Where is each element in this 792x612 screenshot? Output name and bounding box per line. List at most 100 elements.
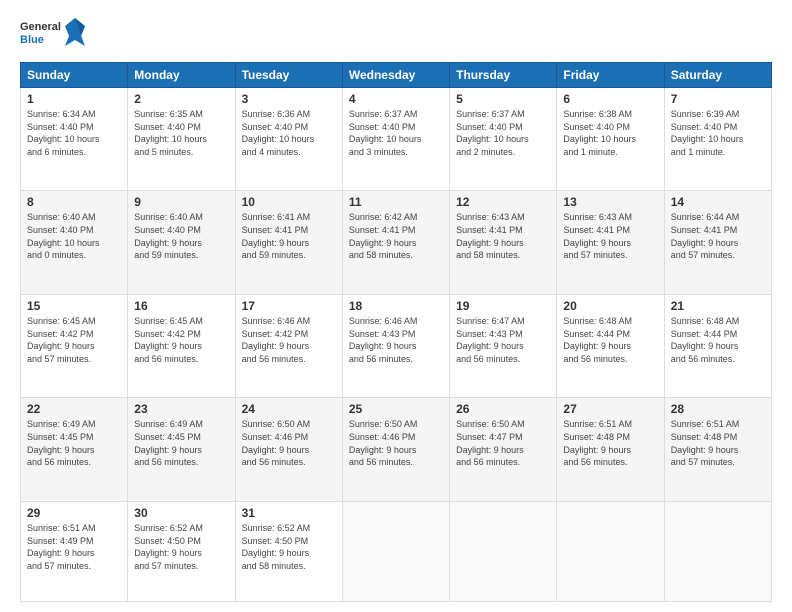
day-info: Sunrise: 6:50 AM Sunset: 4:47 PM Dayligh… bbox=[456, 418, 550, 468]
calendar-cell: 19Sunrise: 6:47 AM Sunset: 4:43 PM Dayli… bbox=[450, 294, 557, 397]
calendar-cell bbox=[664, 501, 771, 601]
column-header-wednesday: Wednesday bbox=[342, 63, 449, 88]
day-number: 30 bbox=[134, 506, 228, 520]
day-number: 11 bbox=[349, 195, 443, 209]
day-info: Sunrise: 6:35 AM Sunset: 4:40 PM Dayligh… bbox=[134, 108, 228, 158]
day-number: 13 bbox=[563, 195, 657, 209]
day-number: 10 bbox=[242, 195, 336, 209]
day-number: 5 bbox=[456, 92, 550, 106]
calendar-week-row: 8 Sunrise: 6:40 AM Sunset: 4:40 PM Daylig… bbox=[21, 191, 772, 294]
calendar-cell: 14 Sunrise: 6:44 AM Sunset: 4:41 PM Dayli… bbox=[664, 191, 771, 294]
day-info: Sunrise: 6:45 AM Sunset: 4:42 PM Dayligh… bbox=[27, 315, 121, 365]
calendar-cell: 29Sunrise: 6:51 AM Sunset: 4:49 PM Dayli… bbox=[21, 501, 128, 601]
calendar-cell: 3 Sunrise: 6:36 AM Sunset: 4:40 PM Daylig… bbox=[235, 88, 342, 191]
calendar-cell: 16 Sunrise: 6:45 AM Sunset: 4:42 PM Dayli… bbox=[128, 294, 235, 397]
calendar-cell: 2 Sunrise: 6:35 AM Sunset: 4:40 PM Daylig… bbox=[128, 88, 235, 191]
day-info: Sunrise: 6:38 AM Sunset: 4:40 PM Dayligh… bbox=[563, 108, 657, 158]
day-number: 4 bbox=[349, 92, 443, 106]
day-info: Sunrise: 6:40 AM Sunset: 4:40 PM Dayligh… bbox=[134, 211, 228, 261]
calendar-cell: 11Sunrise: 6:42 AM Sunset: 4:41 PM Dayli… bbox=[342, 191, 449, 294]
calendar-cell: 22 Sunrise: 6:49 AM Sunset: 4:45 PM Dayli… bbox=[21, 398, 128, 501]
day-info: Sunrise: 6:50 AM Sunset: 4:46 PM Dayligh… bbox=[349, 418, 443, 468]
calendar-cell: 7Sunrise: 6:39 AM Sunset: 4:40 PM Daylig… bbox=[664, 88, 771, 191]
calendar-cell: 13 Sunrise: 6:43 AM Sunset: 4:41 PM Dayli… bbox=[557, 191, 664, 294]
day-number: 29 bbox=[27, 506, 121, 520]
day-number: 14 bbox=[671, 195, 765, 209]
calendar-week-row: 22 Sunrise: 6:49 AM Sunset: 4:45 PM Dayli… bbox=[21, 398, 772, 501]
calendar-week-row: 1Sunrise: 6:34 AM Sunset: 4:40 PM Daylig… bbox=[21, 88, 772, 191]
day-number: 12 bbox=[456, 195, 550, 209]
day-info: Sunrise: 6:43 AM Sunset: 4:41 PM Dayligh… bbox=[456, 211, 550, 261]
calendar-cell: 10 Sunrise: 6:41 AM Sunset: 4:41 PM Dayli… bbox=[235, 191, 342, 294]
day-number: 25 bbox=[349, 402, 443, 416]
day-info: Sunrise: 6:52 AM Sunset: 4:50 PM Dayligh… bbox=[242, 522, 336, 572]
day-info: Sunrise: 6:46 AM Sunset: 4:42 PM Dayligh… bbox=[242, 315, 336, 365]
logo-svg: General Blue bbox=[20, 16, 90, 54]
calendar-cell: 1Sunrise: 6:34 AM Sunset: 4:40 PM Daylig… bbox=[21, 88, 128, 191]
calendar-cell: 4 Sunrise: 6:37 AM Sunset: 4:40 PM Daylig… bbox=[342, 88, 449, 191]
day-number: 28 bbox=[671, 402, 765, 416]
day-info: Sunrise: 6:51 AM Sunset: 4:48 PM Dayligh… bbox=[671, 418, 765, 468]
day-number: 24 bbox=[242, 402, 336, 416]
column-header-saturday: Saturday bbox=[664, 63, 771, 88]
day-info: Sunrise: 6:52 AM Sunset: 4:50 PM Dayligh… bbox=[134, 522, 228, 572]
column-header-friday: Friday bbox=[557, 63, 664, 88]
day-number: 27 bbox=[563, 402, 657, 416]
calendar-cell bbox=[557, 501, 664, 601]
calendar-cell: 12 Sunrise: 6:43 AM Sunset: 4:41 PM Dayli… bbox=[450, 191, 557, 294]
calendar-cell: 23 Sunrise: 6:49 AM Sunset: 4:45 PM Dayli… bbox=[128, 398, 235, 501]
day-number: 18 bbox=[349, 299, 443, 313]
svg-text:Blue: Blue bbox=[20, 34, 44, 46]
day-info: Sunrise: 6:36 AM Sunset: 4:40 PM Dayligh… bbox=[242, 108, 336, 158]
day-info: Sunrise: 6:50 AM Sunset: 4:46 PM Dayligh… bbox=[242, 418, 336, 468]
column-header-monday: Monday bbox=[128, 63, 235, 88]
calendar-cell: 5 Sunrise: 6:37 AM Sunset: 4:40 PM Daylig… bbox=[450, 88, 557, 191]
calendar-cell: 30 Sunrise: 6:52 AM Sunset: 4:50 PM Dayli… bbox=[128, 501, 235, 601]
day-info: Sunrise: 6:41 AM Sunset: 4:41 PM Dayligh… bbox=[242, 211, 336, 261]
header: General Blue bbox=[20, 16, 772, 54]
day-number: 8 bbox=[27, 195, 121, 209]
calendar-header-row: SundayMondayTuesdayWednesdayThursdayFrid… bbox=[21, 63, 772, 88]
day-info: Sunrise: 6:44 AM Sunset: 4:41 PM Dayligh… bbox=[671, 211, 765, 261]
calendar-cell: 6Sunrise: 6:38 AM Sunset: 4:40 PM Daylig… bbox=[557, 88, 664, 191]
calendar-cell: 25 Sunrise: 6:50 AM Sunset: 4:46 PM Dayli… bbox=[342, 398, 449, 501]
day-info: Sunrise: 6:46 AM Sunset: 4:43 PM Dayligh… bbox=[349, 315, 443, 365]
svg-text:General: General bbox=[20, 21, 61, 33]
day-number: 23 bbox=[134, 402, 228, 416]
day-info: Sunrise: 6:39 AM Sunset: 4:40 PM Dayligh… bbox=[671, 108, 765, 158]
day-number: 20 bbox=[563, 299, 657, 313]
day-number: 17 bbox=[242, 299, 336, 313]
column-header-tuesday: Tuesday bbox=[235, 63, 342, 88]
day-number: 31 bbox=[242, 506, 336, 520]
day-info: Sunrise: 6:40 AM Sunset: 4:40 PM Dayligh… bbox=[27, 211, 121, 261]
day-info: Sunrise: 6:45 AM Sunset: 4:42 PM Dayligh… bbox=[134, 315, 228, 365]
calendar-cell: 9 Sunrise: 6:40 AM Sunset: 4:40 PM Daylig… bbox=[128, 191, 235, 294]
calendar-cell: 31 Sunrise: 6:52 AM Sunset: 4:50 PM Dayli… bbox=[235, 501, 342, 601]
calendar-cell: 28 Sunrise: 6:51 AM Sunset: 4:48 PM Dayli… bbox=[664, 398, 771, 501]
day-number: 9 bbox=[134, 195, 228, 209]
day-info: Sunrise: 6:47 AM Sunset: 4:43 PM Dayligh… bbox=[456, 315, 550, 365]
calendar-cell: 26 Sunrise: 6:50 AM Sunset: 4:47 PM Dayli… bbox=[450, 398, 557, 501]
day-info: Sunrise: 6:49 AM Sunset: 4:45 PM Dayligh… bbox=[134, 418, 228, 468]
day-info: Sunrise: 6:37 AM Sunset: 4:40 PM Dayligh… bbox=[456, 108, 550, 158]
calendar-cell: 18 Sunrise: 6:46 AM Sunset: 4:43 PM Dayli… bbox=[342, 294, 449, 397]
day-info: Sunrise: 6:43 AM Sunset: 4:41 PM Dayligh… bbox=[563, 211, 657, 261]
day-number: 22 bbox=[27, 402, 121, 416]
day-number: 3 bbox=[242, 92, 336, 106]
day-number: 26 bbox=[456, 402, 550, 416]
calendar-cell: 24 Sunrise: 6:50 AM Sunset: 4:46 PM Dayli… bbox=[235, 398, 342, 501]
calendar-cell bbox=[450, 501, 557, 601]
calendar-week-row: 15 Sunrise: 6:45 AM Sunset: 4:42 PM Dayli… bbox=[21, 294, 772, 397]
day-info: Sunrise: 6:49 AM Sunset: 4:45 PM Dayligh… bbox=[27, 418, 121, 468]
calendar-table: SundayMondayTuesdayWednesdayThursdayFrid… bbox=[20, 62, 772, 602]
day-number: 2 bbox=[134, 92, 228, 106]
day-number: 16 bbox=[134, 299, 228, 313]
page: General Blue SundayMondayTuesdayWednesda… bbox=[0, 0, 792, 612]
day-info: Sunrise: 6:37 AM Sunset: 4:40 PM Dayligh… bbox=[349, 108, 443, 158]
day-number: 1 bbox=[27, 92, 121, 106]
column-header-thursday: Thursday bbox=[450, 63, 557, 88]
day-info: Sunrise: 6:48 AM Sunset: 4:44 PM Dayligh… bbox=[563, 315, 657, 365]
day-number: 15 bbox=[27, 299, 121, 313]
calendar-cell: 27Sunrise: 6:51 AM Sunset: 4:48 PM Dayli… bbox=[557, 398, 664, 501]
calendar-cell: 15 Sunrise: 6:45 AM Sunset: 4:42 PM Dayli… bbox=[21, 294, 128, 397]
